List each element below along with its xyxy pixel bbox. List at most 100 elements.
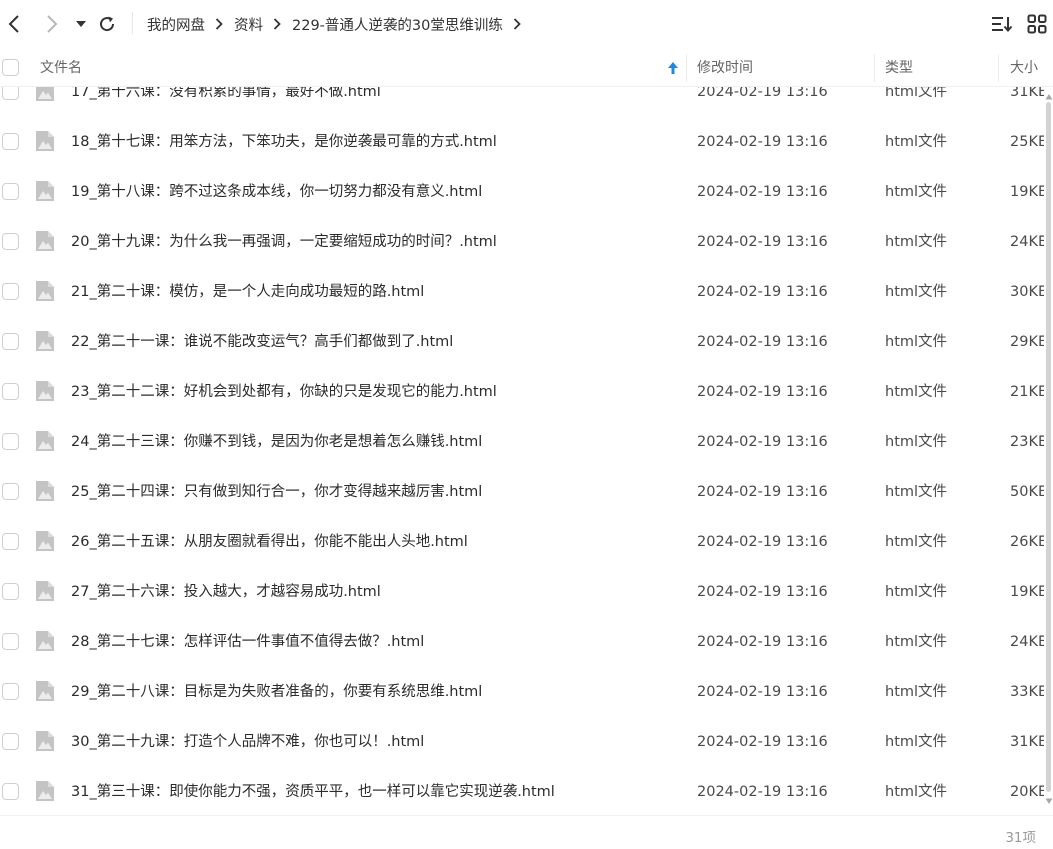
file-row[interactable]: 21_第二十课：模仿，是一个人走向成功最短的路.html 2024-02-19 … xyxy=(0,267,1044,317)
row-checkbox[interactable] xyxy=(2,483,19,500)
file-name[interactable]: 21_第二十课：模仿，是一个人走向成功最短的路.html xyxy=(71,267,681,317)
caret-down-icon xyxy=(76,21,86,27)
file-size: 24KE xyxy=(1010,234,1044,250)
modified-time: 2024-02-19 13:16 xyxy=(697,534,828,550)
footer-divider xyxy=(0,815,1053,816)
scroll-up-arrow-icon[interactable] xyxy=(1045,93,1053,101)
file-name[interactable]: 19_第十八课：跨不过这条成本线，你一切努力都没有意义.html xyxy=(71,167,681,217)
file-row[interactable]: 19_第十八课：跨不过这条成本线，你一切努力都没有意义.html 2024-02… xyxy=(0,167,1044,217)
file-row[interactable]: 18_第十七课：用笨方法，下笨功夫，是你逆袭最可靠的方式.html 2024-0… xyxy=(0,117,1044,167)
file-size: 33KE xyxy=(1010,684,1044,700)
row-checkbox[interactable] xyxy=(2,633,19,650)
modified-time: 2024-02-19 13:16 xyxy=(697,584,828,600)
chevron-right-icon[interactable] xyxy=(513,18,521,30)
file-row[interactable]: 25_第二十四课：只有做到知行合一，你才变得越来越厉害.html 2024-02… xyxy=(0,467,1044,517)
file-name[interactable]: 24_第二十三课：你赚不到钱，是因为你老是想着怎么赚钱.html xyxy=(71,417,681,467)
row-checkbox[interactable] xyxy=(2,783,19,800)
sort-icon xyxy=(992,17,1013,33)
file-name[interactable]: 27_第二十六课：投入越大，才越容易成功.html xyxy=(71,567,681,617)
file-name[interactable]: 18_第十七课：用笨方法，下笨功夫，是你逆袭最可靠的方式.html xyxy=(71,117,681,167)
row-checkbox[interactable] xyxy=(2,683,19,700)
html-file-icon xyxy=(36,681,54,701)
html-file-icon xyxy=(36,86,54,101)
toolbar-divider xyxy=(132,12,133,34)
file-name[interactable]: 25_第二十四课：只有做到知行合一，你才变得越来越厉害.html xyxy=(71,467,681,517)
file-name[interactable]: 29_第二十八课：目标是为失败者准备的，你要有系统思维.html xyxy=(71,667,681,717)
breadcrumb-item-root[interactable]: 我的网盘 xyxy=(147,14,205,35)
sort-button[interactable] xyxy=(991,14,1013,36)
row-checkbox[interactable] xyxy=(2,233,19,250)
column-divider[interactable] xyxy=(686,54,687,82)
scroll-down-arrow-icon[interactable] xyxy=(1045,797,1053,805)
row-checkbox[interactable] xyxy=(2,533,19,550)
file-name[interactable]: 26_第二十五课：从朋友圈就看得出，你能不能出人头地.html xyxy=(71,517,681,567)
file-row[interactable]: 24_第二十三课：你赚不到钱，是因为你老是想着怎么赚钱.html 2024-02… xyxy=(0,417,1044,467)
row-checkbox[interactable] xyxy=(2,433,19,450)
row-checkbox[interactable] xyxy=(2,733,19,750)
row-checkbox[interactable] xyxy=(2,133,19,150)
column-name-header[interactable]: 文件名 xyxy=(40,50,82,86)
file-row[interactable]: 22_第二十一课：谁说不能改变运气？高手们都做到了.html 2024-02-1… xyxy=(0,317,1044,367)
file-row[interactable]: 23_第二十二课：好机会到处都有，你缺的只是发现它的能力.html 2024-0… xyxy=(0,367,1044,417)
html-file-icon xyxy=(36,581,54,601)
row-checkbox[interactable] xyxy=(2,583,19,600)
chevron-left-icon xyxy=(8,15,19,33)
modified-time: 2024-02-19 13:16 xyxy=(697,86,828,100)
file-name[interactable]: 28_第二十七课：怎样评估一件事值不值得去做？.html xyxy=(71,617,681,667)
file-row[interactable]: 28_第二十七课：怎样评估一件事值不值得去做？.html 2024-02-19 … xyxy=(0,617,1044,667)
file-size: 23KE xyxy=(1010,434,1044,450)
html-file-icon xyxy=(36,331,54,351)
scrollbar-thumb[interactable] xyxy=(1046,102,1051,792)
file-size: 31KE xyxy=(1010,86,1044,100)
html-file-icon xyxy=(36,231,54,251)
breadcrumb-item-current[interactable]: 229-普通人逆袭的30堂思维训练 xyxy=(292,14,503,35)
row-checkbox[interactable] xyxy=(2,183,19,200)
file-size: 31KE xyxy=(1010,734,1044,750)
html-file-icon xyxy=(36,781,54,801)
file-name[interactable]: 17_第十六课：没有积累的事情，最好不做.html xyxy=(71,86,681,117)
file-type: html文件 xyxy=(885,734,948,750)
breadcrumb-item-folder[interactable]: 资料 xyxy=(234,14,263,35)
column-size-header[interactable]: 大小 xyxy=(1010,50,1038,86)
row-checkbox[interactable] xyxy=(2,333,19,350)
file-type: html文件 xyxy=(885,184,948,200)
file-type: html文件 xyxy=(885,86,948,100)
select-all-checkbox[interactable] xyxy=(2,59,19,76)
forward-button[interactable] xyxy=(40,12,64,36)
modified-time: 2024-02-19 13:16 xyxy=(697,634,828,650)
column-divider[interactable] xyxy=(874,54,875,82)
chevron-right-icon xyxy=(47,15,58,33)
grid-view-button[interactable] xyxy=(1027,14,1047,36)
row-checkbox[interactable] xyxy=(2,86,19,100)
sort-ascending-arrow-icon[interactable] xyxy=(667,61,679,75)
file-row[interactable]: 29_第二十八课：目标是为失败者准备的，你要有系统思维.html 2024-02… xyxy=(0,667,1044,717)
column-divider[interactable] xyxy=(998,54,999,82)
chevron-right-icon xyxy=(273,18,281,30)
file-name[interactable]: 20_第十九课：为什么我一再强调，一定要缩短成功的时间？.html xyxy=(71,217,681,267)
file-name[interactable]: 31_第三十课：即使你能力不强，资质平平，也一样可以靠它实现逆袭.html xyxy=(71,767,681,815)
file-row[interactable]: 20_第十九课：为什么我一再强调，一定要缩短成功的时间？.html 2024-0… xyxy=(0,217,1044,267)
html-file-icon xyxy=(36,481,54,501)
modified-time: 2024-02-19 13:16 xyxy=(697,434,828,450)
file-type: html文件 xyxy=(885,634,948,650)
refresh-button[interactable] xyxy=(95,12,119,36)
file-type: html文件 xyxy=(885,134,948,150)
file-type: html文件 xyxy=(885,334,948,350)
file-row[interactable]: 31_第三十课：即使你能力不强，资质平平，也一样可以靠它实现逆袭.html 20… xyxy=(0,767,1044,815)
file-name[interactable]: 30_第二十九课：打造个人品牌不难，你也可以！.html xyxy=(71,717,681,767)
row-checkbox[interactable] xyxy=(2,283,19,300)
html-file-icon xyxy=(36,281,54,301)
back-button[interactable] xyxy=(2,12,26,36)
history-dropdown-button[interactable] xyxy=(69,12,93,36)
column-type-header[interactable]: 类型 xyxy=(885,50,913,86)
row-checkbox[interactable] xyxy=(2,383,19,400)
file-size: 25KE xyxy=(1010,134,1044,150)
file-type: html文件 xyxy=(885,234,948,250)
column-time-header[interactable]: 修改时间 xyxy=(697,50,753,86)
file-row[interactable]: 27_第二十六课：投入越大，才越容易成功.html 2024-02-19 13:… xyxy=(0,567,1044,617)
file-name[interactable]: 22_第二十一课：谁说不能改变运气？高手们都做到了.html xyxy=(71,317,681,367)
file-name[interactable]: 23_第二十二课：好机会到处都有，你缺的只是发现它的能力.html xyxy=(71,367,681,417)
file-row[interactable]: 26_第二十五课：从朋友圈就看得出，你能不能出人头地.html 2024-02-… xyxy=(0,517,1044,567)
file-row[interactable]: 17_第十六课：没有积累的事情，最好不做.html 2024-02-19 13:… xyxy=(0,86,1044,117)
file-row[interactable]: 30_第二十九课：打造个人品牌不难，你也可以！.html 2024-02-19 … xyxy=(0,717,1044,767)
